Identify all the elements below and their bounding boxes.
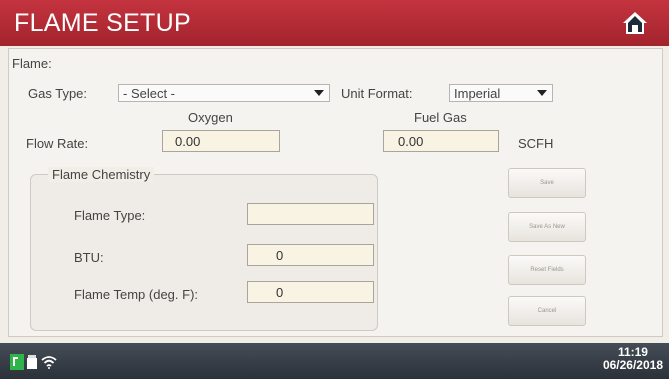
- save-as-new-button[interactable]: Save As New: [508, 212, 586, 242]
- unit-format-value: Imperial: [454, 86, 501, 101]
- flow-unit-label: SCFH: [518, 136, 554, 151]
- reset-fields-button[interactable]: Reset Fields: [508, 255, 586, 285]
- save-button[interactable]: Save: [508, 168, 586, 198]
- battery-icon: [10, 354, 24, 370]
- flame-type-label: Flame Type:: [74, 208, 146, 223]
- fuel-flow-input[interactable]: 0.00: [383, 130, 499, 152]
- fuel-gas-header: Fuel Gas: [414, 110, 467, 125]
- clock: 11:19 06/26/2018: [603, 346, 663, 372]
- btu-label: BTU:: [74, 250, 104, 265]
- page-title: FLAME SETUP: [14, 9, 191, 37]
- unit-format-select[interactable]: Imperial: [449, 84, 553, 102]
- gas-type-select[interactable]: - Select -: [118, 84, 330, 102]
- home-icon[interactable]: [622, 11, 648, 35]
- flow-rate-label: Flow Rate:: [26, 136, 89, 151]
- unit-format-label: Unit Format:: [341, 86, 413, 101]
- flame-type-input[interactable]: [247, 203, 374, 225]
- gas-type-label: Gas Type:: [28, 86, 88, 101]
- oxygen-flow-input[interactable]: 0.00: [162, 130, 280, 152]
- lock-icon: [27, 355, 37, 369]
- gas-type-value: - Select -: [123, 86, 176, 101]
- cancel-button[interactable]: Cancel: [508, 296, 586, 326]
- flame-chemistry-legend: Flame Chemistry: [48, 167, 155, 182]
- chevron-down-icon: [314, 90, 324, 96]
- btu-input[interactable]: 0: [247, 244, 374, 266]
- chevron-down-icon: [537, 90, 547, 96]
- flame-temp-label: Flame Temp (deg. F):: [74, 287, 199, 302]
- status-bar: 11:19 06/26/2018: [0, 343, 669, 379]
- oxygen-header: Oxygen: [188, 110, 233, 125]
- wifi-icon: [41, 356, 57, 369]
- flame-temp-input[interactable]: 0: [247, 281, 374, 303]
- date-text: 06/26/2018: [602, 358, 663, 372]
- flame-section-label: Flame:: [12, 56, 52, 71]
- title-bar: FLAME SETUP: [0, 0, 669, 46]
